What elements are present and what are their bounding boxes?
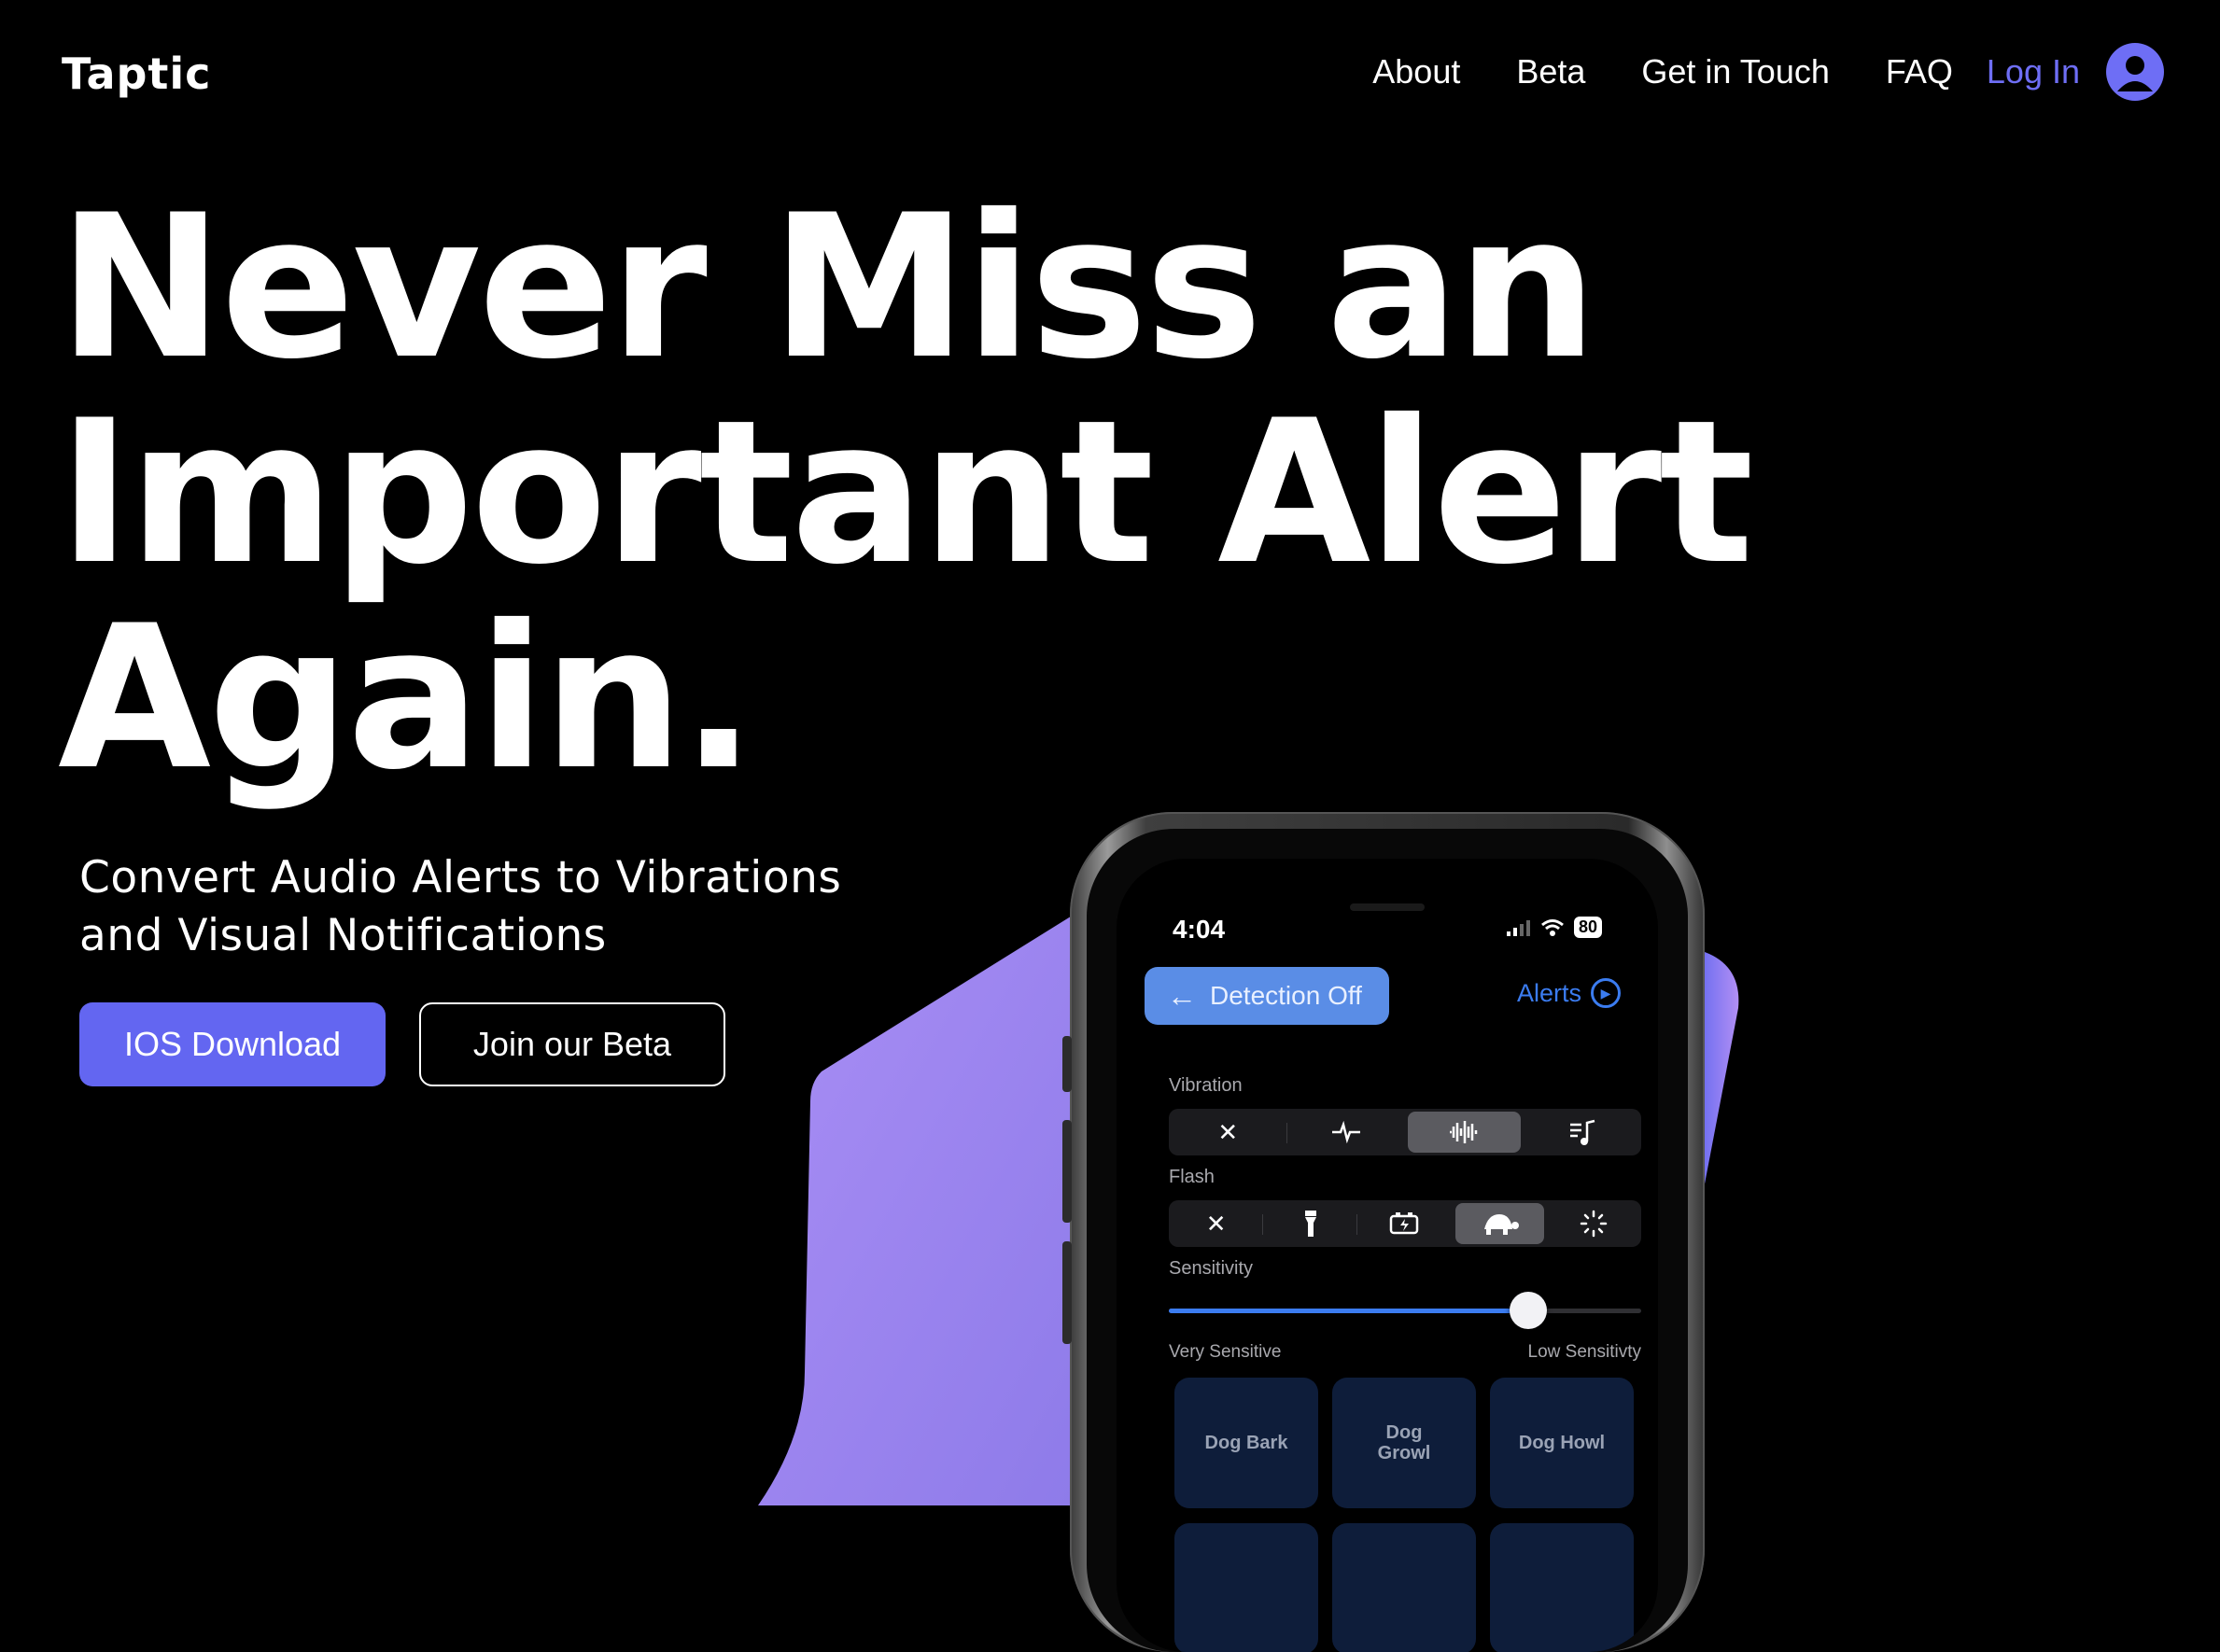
alerts-button[interactable]: Alerts ▶ [1517,978,1621,1008]
subtitle-line-2: and Visual Notifications [79,910,607,961]
speaker-grill [1350,903,1425,911]
battery-charging-icon[interactable] [1356,1203,1449,1244]
slider-range-labels: Very Sensitive Low Sensitivty [1169,1342,1641,1363]
headline-line-3: Again. [58,582,756,813]
gear-icon: ▶ [1591,978,1621,1008]
user-avatar-icon[interactable] [2106,43,2164,101]
ios-download-button[interactable]: IOS Download [79,1002,386,1086]
status-icons: 80 [1506,917,1602,938]
nav-link-faq[interactable]: FAQ [1886,52,1953,91]
phone-mockup: 4:04 80 ← Detection Off Alerts ▶ Vibrati… [1062,812,1705,1652]
flash-segmented-control: ✕ [1169,1200,1641,1247]
status-time: 4:04 [1173,915,1226,944]
sound-tile-dog-bark[interactable]: Dog Bark [1174,1378,1318,1508]
nav-link-beta[interactable]: Beta [1516,52,1585,91]
phone-side-button [1062,1120,1072,1223]
login-link[interactable]: Log In [1987,52,2080,91]
signal-icon [1506,919,1530,936]
sound-tile-dog-growl[interactable]: Dog Growl [1332,1378,1476,1508]
headline-line-2: Important Alert [58,377,1754,608]
headline-line-1: Never Miss an [58,172,1597,402]
waveform-icon[interactable] [1408,1112,1521,1153]
sound-tile-grid: Dog Bark Dog Growl Dog Howl [1174,1378,1637,1652]
hero-headline: Never Miss an Important Alert Again. [58,172,1754,813]
nav-link-about[interactable]: About [1372,52,1460,91]
brand-logo[interactable]: Taptic [62,49,211,99]
slider-thumb[interactable] [1509,1292,1547,1329]
sound-tile-dog-howl[interactable]: Dog Howl [1490,1378,1634,1508]
close-icon[interactable]: ✕ [1172,1112,1285,1153]
sound-tile[interactable] [1332,1523,1476,1652]
top-nav: About Beta Get in Touch FAQ Log In [1316,43,2164,101]
alerts-label: Alerts [1516,978,1581,1007]
sensitivity-label: Sensitivity [1169,1258,1254,1279]
wifi-icon [1541,918,1564,936]
slider-max-label: Low Sensitivty [1527,1342,1641,1362]
subtitle-line-1: Convert Audio Alerts to Vibrations [79,852,842,903]
nav-link-get-in-touch[interactable]: Get in Touch [1641,52,1829,91]
detection-toggle-button[interactable]: ← Detection Off [1145,967,1389,1025]
slider-min-label: Very Sensitive [1169,1342,1282,1362]
detection-label: Detection Off [1210,981,1362,1010]
phone-side-button [1062,1036,1072,1092]
flashlight-icon[interactable] [1262,1203,1355,1244]
slider-fill [1169,1309,1528,1313]
phone-side-button [1062,1241,1072,1344]
battery-indicator: 80 [1573,917,1602,938]
sound-tile[interactable] [1174,1523,1318,1652]
turtle-icon[interactable] [1454,1203,1544,1244]
vibration-segmented-control: ✕ [1169,1109,1641,1155]
sensitivity-slider[interactable] [1169,1292,1641,1329]
pulse-icon[interactable] [1286,1112,1403,1153]
music-note-icon[interactable] [1526,1112,1639,1153]
join-beta-button[interactable]: Join our Beta [419,1002,725,1086]
vibration-label: Vibration [1169,1075,1243,1096]
close-icon[interactable]: ✕ [1172,1203,1260,1244]
flash-label: Flash [1169,1167,1215,1187]
sound-tile[interactable] [1490,1523,1634,1652]
hero-subtitle: Convert Audio Alerts to Vibrations and V… [79,849,841,965]
phone-screen: 4:04 80 ← Detection Off Alerts ▶ Vibrati… [1117,859,1658,1652]
phone-bezel: 4:04 80 ← Detection Off Alerts ▶ Vibrati… [1087,829,1688,1652]
spinner-icon[interactable] [1550,1203,1638,1244]
arrow-left-icon: ← [1167,978,1197,1013]
